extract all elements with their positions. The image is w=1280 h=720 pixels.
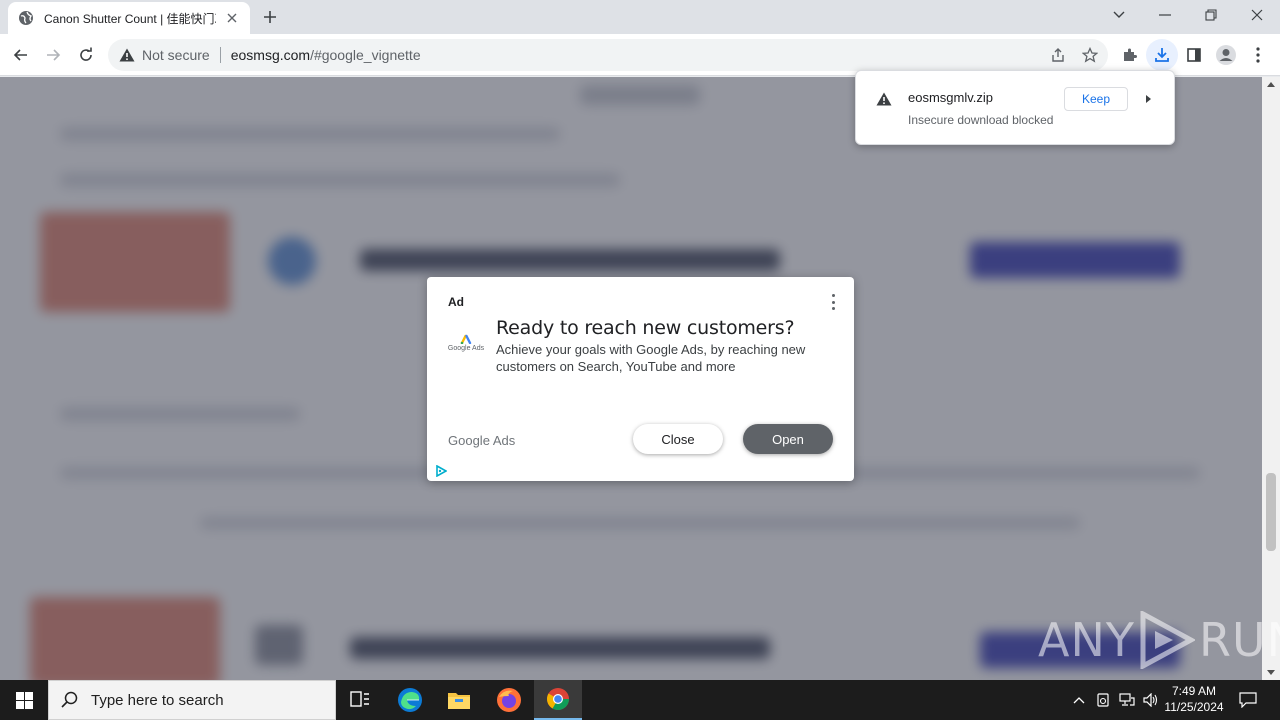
action-center-app-icon[interactable] xyxy=(1092,680,1114,720)
url-host: eosmsg.com xyxy=(230,47,311,63)
star-icon[interactable] xyxy=(1074,39,1106,71)
download-filename: eosmsgmlv.zip xyxy=(908,90,994,105)
search-placeholder: Type here to search xyxy=(91,691,224,709)
keep-button[interactable]: Keep xyxy=(1064,87,1128,111)
chevron-right-icon[interactable] xyxy=(1143,93,1153,105)
chrome-icon[interactable] xyxy=(534,680,582,720)
ad-choices-icon[interactable] xyxy=(435,465,447,477)
open-button[interactable]: Open xyxy=(743,424,833,454)
volume-icon[interactable] xyxy=(1140,680,1162,720)
warning-icon[interactable] xyxy=(118,46,136,64)
url-path: /#google_vignette xyxy=(310,47,421,63)
clock-time: 7:49 AM xyxy=(1171,684,1217,698)
download-bubble: eosmsgmlv.zip Insecure download blocked … xyxy=(855,70,1175,145)
watermark-left: ANY xyxy=(1038,613,1135,667)
edge-icon[interactable] xyxy=(386,680,434,720)
warning-icon xyxy=(876,92,892,106)
taskbar-clock[interactable]: 7:49 AM 11/25/2024 xyxy=(1160,683,1228,717)
logo-text: Google Ads xyxy=(447,345,485,352)
kebab-menu-icon[interactable] xyxy=(827,293,839,311)
google-ads-icon xyxy=(460,334,472,344)
restore-icon[interactable] xyxy=(1188,0,1234,30)
omnibox-separator xyxy=(219,47,221,63)
scroll-thumb[interactable] xyxy=(1266,473,1276,551)
security-label[interactable]: Not secure xyxy=(142,47,210,63)
ad-dialog: Ad Google Ads Ready to reach new custome… xyxy=(427,277,854,481)
plus-icon[interactable] xyxy=(258,6,282,28)
profile-icon[interactable] xyxy=(1210,39,1242,71)
forward-icon[interactable] xyxy=(37,39,69,71)
taskbar: Type here to search 7:49 AM 11/25/2024 xyxy=(0,680,1280,720)
page-scrollbar[interactable] xyxy=(1262,77,1280,680)
ad-label: Ad xyxy=(448,295,464,309)
minimize-icon[interactable] xyxy=(1142,0,1188,30)
firefox-icon[interactable] xyxy=(485,680,533,720)
side-panel-icon[interactable] xyxy=(1178,39,1210,71)
chevron-up-icon[interactable] xyxy=(1068,680,1090,720)
ad-description[interactable]: Achieve your goals with Google Ads, by r… xyxy=(496,341,836,375)
download-status: Insecure download blocked xyxy=(908,113,1054,127)
search-icon xyxy=(61,691,78,708)
reload-icon[interactable] xyxy=(70,39,102,71)
ad-headline[interactable]: Ready to reach new customers? xyxy=(496,317,795,339)
browser-tab[interactable]: Canon Shutter Count | 佳能快门次数 xyxy=(8,2,250,34)
download-icon[interactable] xyxy=(1146,39,1178,71)
clock-date: 11/25/2024 xyxy=(1164,700,1224,714)
close-icon[interactable] xyxy=(224,10,240,26)
notification-icon[interactable] xyxy=(1232,680,1264,720)
globe-icon xyxy=(18,10,34,26)
windows-start-icon[interactable] xyxy=(0,680,48,720)
network-icon[interactable] xyxy=(1116,680,1138,720)
watermark-right: RUN xyxy=(1198,613,1280,667)
scroll-up-icon[interactable] xyxy=(1267,81,1275,89)
address-bar[interactable]: Not secure eosmsg.com/#google_vignette xyxy=(108,39,1108,71)
share-icon[interactable] xyxy=(1042,39,1074,71)
task-view-icon[interactable] xyxy=(336,680,384,720)
file-explorer-icon[interactable] xyxy=(435,680,483,720)
close-icon[interactable] xyxy=(1234,0,1280,30)
anyrun-watermark: ANY RUN xyxy=(1038,608,1280,672)
extensions-icon[interactable] xyxy=(1114,39,1146,71)
back-icon[interactable] xyxy=(5,39,37,71)
chevron-down-icon[interactable] xyxy=(1096,0,1142,30)
kebab-menu-icon[interactable] xyxy=(1242,39,1274,71)
tab-strip: Canon Shutter Count | 佳能快门次数 xyxy=(0,0,1280,34)
tab-title: Canon Shutter Count | 佳能快门次数 xyxy=(44,11,216,26)
close-button[interactable]: Close xyxy=(633,424,723,454)
play-icon xyxy=(1140,611,1195,669)
ad-advertiser[interactable]: Google Ads xyxy=(448,433,515,448)
taskbar-search[interactable]: Type here to search xyxy=(48,680,336,720)
google-ads-logo: Google Ads xyxy=(446,334,486,356)
